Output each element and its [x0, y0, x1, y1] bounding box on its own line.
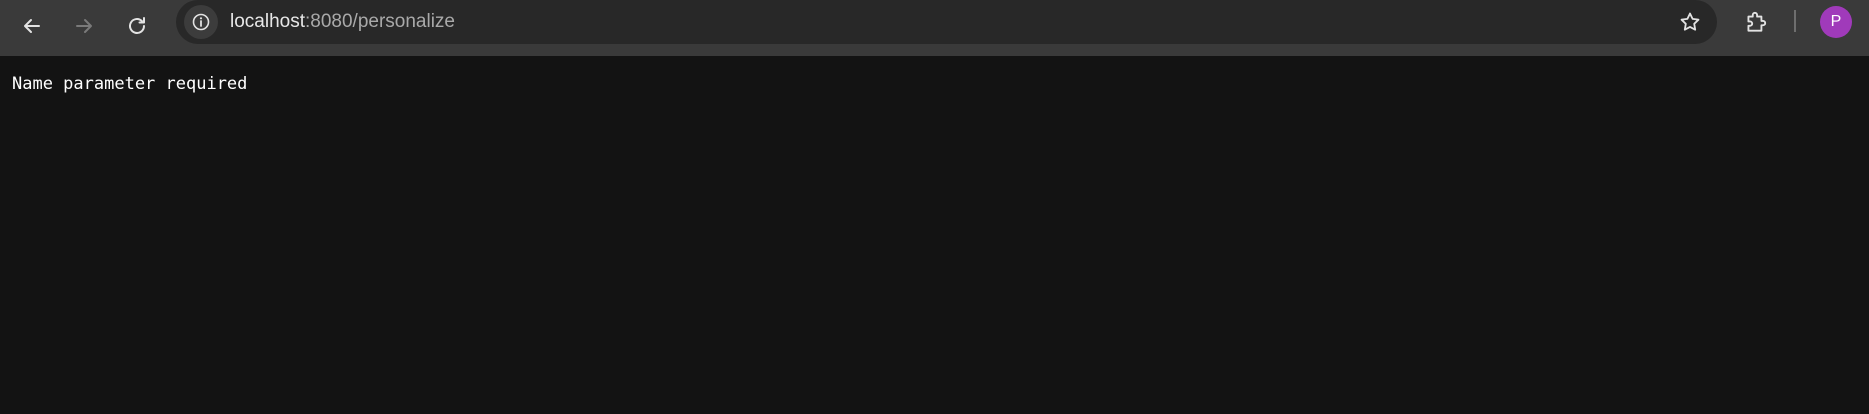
star-icon: [1680, 12, 1700, 31]
puzzle-icon: [1747, 11, 1767, 32]
profile-avatar[interactable]: P: [1820, 6, 1852, 38]
url-host: localhost: [230, 11, 305, 32]
reload-icon: [129, 17, 145, 34]
reload-button[interactable]: [115, 4, 159, 48]
info-icon: [192, 13, 210, 31]
address-bar[interactable]: localhost:8080/personalize: [176, 0, 1717, 44]
site-info-button[interactable]: [184, 5, 218, 39]
arrow-right-icon: [76, 19, 92, 33]
error-message: Name parameter required: [12, 74, 248, 94]
back-button[interactable]: [10, 4, 54, 48]
toolbar-divider: [1794, 10, 1796, 32]
url-text[interactable]: localhost:8080/personalize: [230, 0, 455, 44]
forward-button: [62, 4, 106, 48]
extensions-button[interactable]: [1734, 0, 1778, 44]
arrow-left-icon: [24, 19, 40, 33]
page-content: Name parameter required: [0, 56, 1869, 414]
url-path: :8080/personalize: [305, 11, 455, 32]
browser-toolbar: localhost:8080/personalize P: [0, 0, 1869, 56]
bookmark-button[interactable]: [1668, 0, 1712, 44]
